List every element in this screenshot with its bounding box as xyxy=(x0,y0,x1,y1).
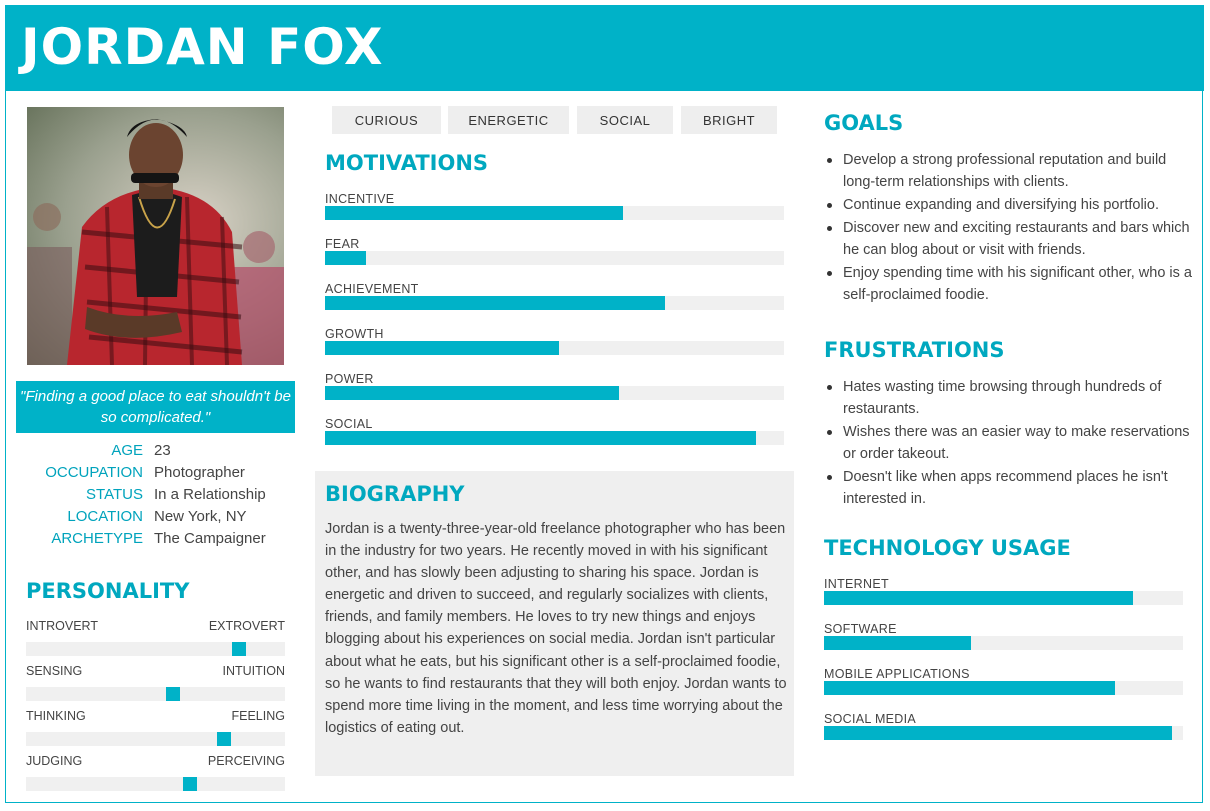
goals-title: GOALS xyxy=(824,111,904,135)
personality-scale: INTROVERT EXTROVERT xyxy=(26,619,285,656)
bar-fill xyxy=(824,681,1115,695)
personality-scale: SENSING INTUITION xyxy=(26,664,286,701)
fact-location: LOCATION New York, NY xyxy=(16,508,295,530)
bar-track xyxy=(325,341,784,355)
scale-left-label: THINKING xyxy=(26,709,86,723)
profile-photo xyxy=(27,107,284,365)
scale-right-label: PERCEIVING xyxy=(207,754,285,768)
fact-value: 23 xyxy=(154,442,171,459)
fact-label: OCCUPATION xyxy=(45,464,143,481)
fact-label: ARCHETYPE xyxy=(51,530,143,547)
personality-scale: JUDGING PERCEIVING xyxy=(26,754,285,791)
trait-tag: BRIGHT xyxy=(681,106,777,134)
motivation-bar: FEAR xyxy=(325,237,784,265)
bar-fill xyxy=(325,296,665,310)
bar-label: ACHIEVEMENT xyxy=(325,282,419,296)
fact-value: Photographer xyxy=(154,464,245,481)
bar-track xyxy=(325,296,784,310)
technology-bar: SOFTWARE xyxy=(824,622,1183,650)
scale-track xyxy=(26,732,285,746)
scale-track xyxy=(26,777,285,791)
fact-label: STATUS xyxy=(86,486,143,503)
list-item: Continue expanding and diversifying his … xyxy=(824,194,1194,216)
trait-tag: ENERGETIC xyxy=(448,106,569,134)
scale-marker xyxy=(166,687,180,701)
list-item: Wishes there was an easier way to make r… xyxy=(824,421,1194,465)
bar-track xyxy=(325,251,784,265)
bar-track xyxy=(325,206,784,220)
trait-tag: SOCIAL xyxy=(577,106,673,134)
motivation-bar: ACHIEVEMENT xyxy=(325,282,784,310)
scale-left-label: INTROVERT xyxy=(26,619,98,633)
bar-fill xyxy=(824,636,972,650)
motivation-bar: GROWTH xyxy=(325,327,784,355)
bar-fill xyxy=(824,591,1133,605)
bar-label: SOFTWARE xyxy=(824,622,897,636)
bar-fill xyxy=(325,251,367,265)
personality-title: PERSONALITY xyxy=(26,579,190,603)
bar-label: INCENTIVE xyxy=(325,192,395,206)
motivations-title: MOTIVATIONS xyxy=(325,151,489,175)
bar-label: FEAR xyxy=(325,237,360,251)
bar-track xyxy=(325,386,784,400)
list-item: Discover new and exciting restaurants an… xyxy=(824,217,1194,261)
biography-panel: BIOGRAPHY Jordan is a twenty-three-year-… xyxy=(315,471,794,776)
bar-label: POWER xyxy=(325,372,374,386)
bar-label: MOBILE APPLICATIONS xyxy=(824,667,970,681)
scale-left-label: SENSING xyxy=(26,664,83,678)
bar-fill xyxy=(325,386,619,400)
bar-fill xyxy=(325,206,624,220)
bar-track xyxy=(325,431,784,445)
bar-track xyxy=(824,726,1183,740)
bar-label: GROWTH xyxy=(325,327,384,341)
scale-marker xyxy=(232,642,246,656)
persona-quote: "Finding a good place to eat shouldn't b… xyxy=(16,381,295,433)
list-item: Hates wasting time browsing through hund… xyxy=(824,376,1194,420)
scale-track xyxy=(26,642,285,656)
technology-bar: INTERNET xyxy=(824,577,1183,605)
frustrations-list: Hates wasting time browsing through hund… xyxy=(824,376,1194,511)
bar-fill xyxy=(824,726,1173,740)
fact-archetype: ARCHETYPE The Campaigner xyxy=(16,530,295,552)
list-item: Enjoy spending time with his significant… xyxy=(824,262,1194,306)
scale-marker xyxy=(183,777,197,791)
bar-label: SOCIAL MEDIA xyxy=(824,712,917,726)
biography-title: BIOGRAPHY xyxy=(325,482,465,506)
bar-label: INTERNET xyxy=(824,577,889,591)
technology-bar: SOCIAL MEDIA xyxy=(824,712,1183,740)
trait-tag: CURIOUS xyxy=(332,106,441,134)
person-photo-illustration xyxy=(27,119,284,365)
motivation-bar: INCENTIVE xyxy=(325,192,784,220)
bar-label: SOCIAL xyxy=(325,417,373,431)
fact-value: New York, NY xyxy=(154,508,247,525)
list-item: Doesn't like when apps recommend places … xyxy=(824,466,1194,510)
fact-value: The Campaigner xyxy=(154,530,266,547)
scale-right-label: FEELING xyxy=(231,709,286,723)
goals-list: Develop a strong professional reputation… xyxy=(824,149,1194,307)
bar-track xyxy=(824,591,1183,605)
fact-label: LOCATION xyxy=(67,508,143,525)
bar-fill xyxy=(325,341,560,355)
list-item: Develop a strong professional reputation… xyxy=(824,149,1194,193)
fact-status: STATUS In a Relationship xyxy=(16,486,295,508)
scale-right-label: EXTROVERT xyxy=(208,619,285,633)
bar-fill xyxy=(325,431,757,445)
technology-title: TECHNOLOGY USAGE xyxy=(824,536,1071,560)
personality-scale: THINKING FEELING xyxy=(26,709,286,746)
fact-value: In a Relationship xyxy=(154,486,266,503)
technology-bar: MOBILE APPLICATIONS xyxy=(824,667,1183,695)
scale-right-label: INTUITION xyxy=(222,664,286,678)
bar-track xyxy=(824,636,1183,650)
biography-text: Jordan is a twenty-three-year-old freela… xyxy=(325,521,787,736)
scale-marker xyxy=(217,732,231,746)
motivation-bar: POWER xyxy=(325,372,784,400)
fact-occupation: OCCUPATION Photographer xyxy=(16,464,295,486)
bar-track xyxy=(824,681,1183,695)
motivation-bar: SOCIAL xyxy=(325,417,784,445)
scale-left-label: JUDGING xyxy=(26,754,83,768)
fact-label: AGE xyxy=(111,442,143,459)
fact-age: AGE 23 xyxy=(16,442,295,464)
frustrations-title: FRUSTRATIONS xyxy=(824,338,1005,362)
scale-track xyxy=(26,687,285,701)
